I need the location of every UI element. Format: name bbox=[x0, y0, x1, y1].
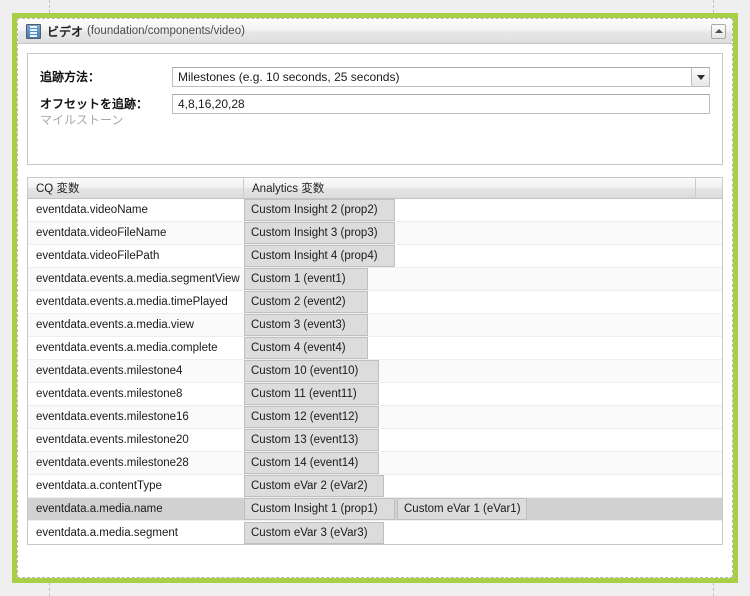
cell-analytics-variable: Custom 13 (event13) bbox=[244, 429, 722, 451]
analytics-variable-chip[interactable]: Custom 2 (event2) bbox=[244, 291, 368, 313]
analytics-variable-chip[interactable]: Custom 10 (event10) bbox=[244, 360, 379, 382]
panel-title: ビデオ bbox=[47, 23, 83, 40]
video-settings-form: 追跡方法： オフセットを追跡： マイルストーン bbox=[27, 53, 723, 165]
column-header-cq-variable[interactable]: CQ 変数 bbox=[28, 178, 244, 198]
analytics-variable-chip[interactable]: Custom 4 (event4) bbox=[244, 337, 368, 359]
analytics-variable-chip[interactable]: Custom 13 (event13) bbox=[244, 429, 379, 451]
table-row[interactable]: eventdata.a.media.nameCustom Insight 1 (… bbox=[28, 498, 722, 521]
analytics-variable-chip[interactable]: Custom 3 (event3) bbox=[244, 314, 368, 336]
table-row[interactable]: eventdata.videoFileNameCustom Insight 3 … bbox=[28, 222, 722, 245]
tracking-method-combobox[interactable] bbox=[172, 67, 710, 87]
table-row[interactable]: eventdata.events.milestone20Custom 13 (e… bbox=[28, 429, 722, 452]
form-row-tracking-method: 追跡方法： bbox=[28, 67, 722, 87]
cell-analytics-variable: Custom 14 (event14) bbox=[244, 452, 722, 474]
cell-analytics-variable: Custom eVar 3 (eVar3) bbox=[244, 522, 722, 544]
table-row[interactable]: eventdata.events.milestone16Custom 12 (e… bbox=[28, 406, 722, 429]
cell-cq-variable: eventdata.events.milestone20 bbox=[28, 434, 244, 446]
cell-cq-variable: eventdata.events.a.media.complete bbox=[28, 342, 244, 354]
analytics-variable-chip[interactable]: Custom eVar 3 (eVar3) bbox=[244, 522, 384, 544]
cell-analytics-variable: Custom 10 (event10) bbox=[244, 360, 722, 382]
cell-cq-variable: eventdata.events.milestone28 bbox=[28, 457, 244, 469]
table-header-row: CQ 変数 Analytics 変数 bbox=[28, 178, 722, 199]
panel-subtitle: (foundation/components/video) bbox=[87, 25, 245, 37]
triangle-up-icon bbox=[715, 29, 723, 33]
tracking-method-label-text: 追跡方法： bbox=[40, 70, 100, 84]
table-body: eventdata.videoNameCustom Insight 2 (pro… bbox=[28, 199, 722, 544]
cell-cq-variable: eventdata.videoName bbox=[28, 204, 244, 216]
collapse-button[interactable] bbox=[711, 24, 726, 39]
tracking-offsets-input[interactable] bbox=[172, 94, 710, 114]
component-panel: ビデオ (foundation/components/video) 追跡方法： bbox=[17, 18, 733, 578]
cell-cq-variable: eventdata.events.a.media.view bbox=[28, 319, 244, 331]
table-row[interactable]: eventdata.videoNameCustom Insight 2 (pro… bbox=[28, 199, 722, 222]
analytics-variable-chip[interactable]: Custom 12 (event12) bbox=[244, 406, 379, 428]
tracking-offsets-label: オフセットを追跡： マイルストーン bbox=[40, 94, 172, 128]
table-row[interactable]: eventdata.events.a.media.completeCustom … bbox=[28, 337, 722, 360]
panel-header[interactable]: ビデオ (foundation/components/video) bbox=[18, 19, 732, 44]
chevron-down-icon bbox=[697, 75, 705, 80]
cell-analytics-variable: Custom Insight 1 (prop1)Custom eVar 1 (e… bbox=[244, 498, 722, 520]
cell-analytics-variable: Custom eVar 2 (eVar2) bbox=[244, 475, 722, 497]
form-row-tracking-offsets: オフセットを追跡： マイルストーン bbox=[28, 94, 722, 128]
tracking-offsets-sublabel: マイルストーン bbox=[40, 113, 172, 128]
cell-analytics-variable: Custom 3 (event3) bbox=[244, 314, 722, 336]
analytics-variable-chip[interactable]: Custom 11 (event11) bbox=[244, 383, 379, 405]
cell-cq-variable: eventdata.events.a.media.segmentView bbox=[28, 273, 244, 285]
table-row[interactable]: eventdata.events.a.media.timePlayedCusto… bbox=[28, 291, 722, 314]
cell-analytics-variable: Custom 11 (event11) bbox=[244, 383, 722, 405]
tracking-method-dropdown-button[interactable] bbox=[691, 67, 710, 87]
analytics-variable-chip[interactable]: Custom 14 (event14) bbox=[244, 452, 379, 474]
cell-cq-variable: eventdata.videoFilePath bbox=[28, 250, 244, 262]
video-component-icon bbox=[26, 24, 41, 39]
cell-analytics-variable: Custom 2 (event2) bbox=[244, 291, 722, 313]
analytics-variable-chip[interactable]: Custom Insight 4 (prop4) bbox=[244, 245, 395, 267]
cell-analytics-variable: Custom 1 (event1) bbox=[244, 268, 722, 290]
variable-mapping-table: CQ 変数 Analytics 変数 eventdata.videoNameCu… bbox=[27, 177, 723, 545]
cell-analytics-variable: Custom Insight 3 (prop3) bbox=[244, 222, 722, 244]
table-row[interactable]: eventdata.events.a.media.segmentViewCust… bbox=[28, 268, 722, 291]
cell-cq-variable: eventdata.a.media.segment bbox=[28, 527, 244, 539]
cell-analytics-variable: Custom 12 (event12) bbox=[244, 406, 722, 428]
column-header-spacer bbox=[696, 178, 722, 198]
table-row[interactable]: eventdata.a.media.segmentCustom eVar 3 (… bbox=[28, 521, 722, 544]
analytics-variable-chip[interactable]: Custom 1 (event1) bbox=[244, 268, 368, 290]
cell-cq-variable: eventdata.events.milestone4 bbox=[28, 365, 244, 377]
table-row[interactable]: eventdata.events.a.media.viewCustom 3 (e… bbox=[28, 314, 722, 337]
cell-cq-variable: eventdata.events.milestone8 bbox=[28, 388, 244, 400]
cell-analytics-variable: Custom Insight 4 (prop4) bbox=[244, 245, 722, 267]
cell-cq-variable: eventdata.events.a.media.timePlayed bbox=[28, 296, 244, 308]
cell-cq-variable: eventdata.a.media.name bbox=[28, 503, 244, 515]
analytics-variable-chip[interactable]: Custom Insight 3 (prop3) bbox=[244, 222, 395, 244]
tracking-method-input[interactable] bbox=[172, 67, 691, 87]
analytics-variable-chip[interactable]: Custom Insight 2 (prop2) bbox=[244, 199, 395, 221]
analytics-variable-chip[interactable]: Custom eVar 2 (eVar2) bbox=[244, 475, 384, 497]
cell-cq-variable: eventdata.videoFileName bbox=[28, 227, 244, 239]
table-row[interactable]: eventdata.events.milestone8Custom 11 (ev… bbox=[28, 383, 722, 406]
cell-analytics-variable: Custom 4 (event4) bbox=[244, 337, 722, 359]
analytics-variable-chip[interactable]: Custom eVar 1 (eVar1) bbox=[397, 498, 527, 520]
tracking-method-label: 追跡方法： bbox=[40, 67, 172, 85]
tracking-offsets-label-text: オフセットを追跡： bbox=[40, 97, 148, 111]
analytics-variable-chip[interactable]: Custom Insight 1 (prop1) bbox=[244, 498, 395, 520]
table-row[interactable]: eventdata.events.milestone28Custom 14 (e… bbox=[28, 452, 722, 475]
column-header-analytics-variable[interactable]: Analytics 変数 bbox=[244, 178, 696, 198]
cell-cq-variable: eventdata.a.contentType bbox=[28, 480, 244, 492]
table-row[interactable]: eventdata.a.contentTypeCustom eVar 2 (eV… bbox=[28, 475, 722, 498]
component-selection-frame: ビデオ (foundation/components/video) 追跡方法： bbox=[12, 13, 738, 583]
table-row[interactable]: eventdata.events.milestone4Custom 10 (ev… bbox=[28, 360, 722, 383]
cell-analytics-variable: Custom Insight 2 (prop2) bbox=[244, 199, 722, 221]
tracking-offsets-field[interactable] bbox=[172, 94, 710, 114]
cell-cq-variable: eventdata.events.milestone16 bbox=[28, 411, 244, 423]
table-row[interactable]: eventdata.videoFilePathCustom Insight 4 … bbox=[28, 245, 722, 268]
